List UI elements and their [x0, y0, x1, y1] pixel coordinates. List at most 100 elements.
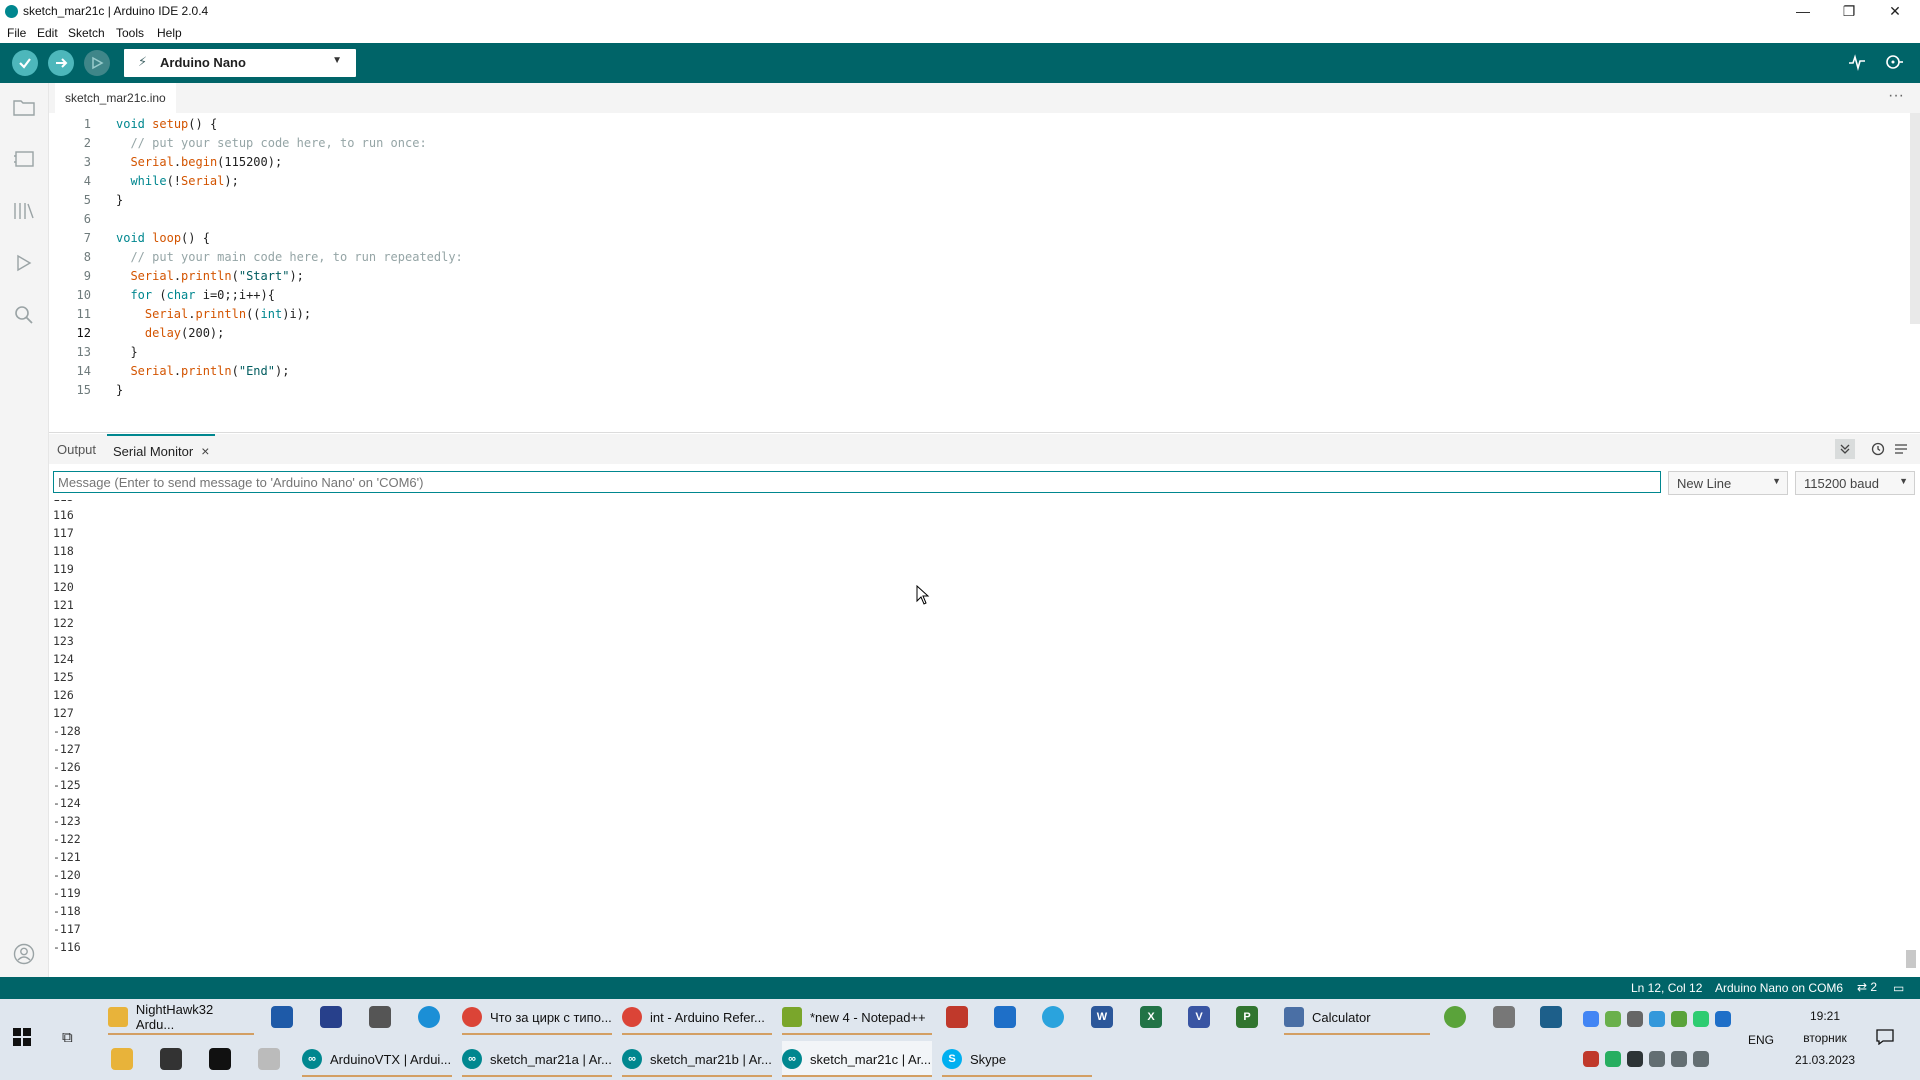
notification-icon: ⇄: [1857, 980, 1868, 994]
menu-sketch[interactable]: Sketch: [68, 26, 105, 40]
chevron-down-icon: ▼: [1772, 476, 1781, 486]
baud-rate-value: 115200 baud: [1804, 476, 1879, 491]
upload-button[interactable]: [48, 50, 74, 76]
sketchbook-button[interactable]: [10, 93, 38, 121]
shield-icon[interactable]: [369, 1006, 391, 1028]
boards-manager-button[interactable]: [10, 145, 38, 173]
taskbar-window-active[interactable]: ∞ sketch_mar21c | Ar...: [782, 1041, 932, 1077]
autoscroll-toggle[interactable]: [1835, 439, 1855, 459]
tray-icon[interactable]: [1583, 1051, 1599, 1067]
taskbar-window[interactable]: ∞ sketch_mar21b | Ar...: [622, 1041, 772, 1077]
taskbar-window-label: sketch_mar21a | Ar...: [490, 1051, 612, 1067]
menu-file[interactable]: File: [7, 26, 26, 40]
code-editor[interactable]: 1 2 3 4 5 6 7 8 9 10 11 12 13 14 15 void…: [49, 113, 1920, 433]
project-icon[interactable]: P: [1236, 1006, 1258, 1028]
clock[interactable]: 19:21 вторник 21.03.2023: [1795, 1009, 1855, 1067]
minimize-button[interactable]: —: [1780, 0, 1826, 22]
taskbar-window[interactable]: int - Arduino Refer...: [622, 999, 772, 1035]
tray-icon[interactable]: [1715, 1011, 1731, 1027]
action-center-button[interactable]: [1876, 1029, 1894, 1048]
clear-output-button[interactable]: [1894, 442, 1908, 459]
app-icon[interactable]: [946, 1006, 968, 1028]
cursor-position[interactable]: Ln 12, Col 12: [1631, 981, 1702, 995]
board-port-status[interactable]: Arduino Nano on COM6: [1715, 981, 1843, 995]
board-manager-icon: [14, 151, 34, 167]
tray-icon[interactable]: [1671, 1011, 1687, 1027]
app-icon[interactable]: [1540, 1006, 1562, 1028]
close-icon[interactable]: ×: [201, 443, 209, 459]
close-button[interactable]: ✕: [1872, 0, 1918, 22]
tray-icon[interactable]: [1627, 1011, 1643, 1027]
drive-icon[interactable]: [1583, 1011, 1599, 1027]
task-view-icon[interactable]: ⧉: [62, 1029, 73, 1046]
app-icon[interactable]: [258, 1048, 280, 1070]
serial-plotter-button[interactable]: [1848, 53, 1866, 76]
taskbar-window[interactable]: *new 4 - Notepad++: [782, 999, 932, 1035]
tray-icon[interactable]: [1605, 1011, 1621, 1027]
menu-tools[interactable]: Tools: [116, 26, 144, 40]
library-manager-button[interactable]: [10, 197, 38, 225]
app-icon[interactable]: [160, 1048, 182, 1070]
visio-icon[interactable]: V: [1188, 1006, 1210, 1028]
code-line: Serial.println("End");: [130, 364, 290, 378]
line-number: 5: [83, 193, 91, 207]
debug-sidebar-button[interactable]: [10, 249, 38, 277]
arduino-icon: ∞: [622, 1049, 642, 1069]
network-icon[interactable]: [1649, 1051, 1665, 1067]
volume-icon[interactable]: [1693, 1051, 1709, 1067]
serial-output[interactable]: 115 116 117 118 119 120 121 122 123 124 …: [53, 500, 1893, 970]
search-icon: [15, 306, 33, 324]
excel-icon[interactable]: X: [1140, 1006, 1162, 1028]
taskbar-window[interactable]: Что за цирк с типо...: [462, 999, 612, 1035]
edge-icon[interactable]: [418, 1006, 440, 1028]
word-icon[interactable]: W: [1091, 1006, 1113, 1028]
code-line: delay(200);: [144, 326, 225, 340]
search-button[interactable]: [10, 301, 38, 329]
verify-button[interactable]: [12, 50, 38, 76]
tab-serial-monitor[interactable]: Serial Monitor ×: [107, 434, 216, 466]
taskbar-window[interactable]: Calculator: [1284, 999, 1430, 1035]
output-scrollbar[interactable]: [1906, 950, 1916, 968]
tab-sketch-file[interactable]: sketch_mar21c.ino: [55, 83, 176, 113]
menu-edit[interactable]: Edit: [37, 26, 58, 40]
notifications-button[interactable]: ⇄ 2: [1857, 980, 1877, 994]
taskbar-window-label: sketch_mar21b | Ar...: [650, 1051, 772, 1067]
bluetooth-icon[interactable]: [994, 1006, 1016, 1028]
tray-icon[interactable]: [1627, 1051, 1643, 1067]
sticky-icon[interactable]: [111, 1048, 133, 1070]
panel-divider[interactable]: [49, 432, 1920, 433]
baud-rate-select[interactable]: 115200 baud ▼: [1795, 471, 1915, 495]
tray-icon[interactable]: [1649, 1011, 1665, 1027]
folder-icon: [13, 100, 35, 116]
line-ending-select[interactable]: New Line ▼: [1668, 471, 1788, 495]
tray-icon[interactable]: [1693, 1011, 1709, 1027]
line-number: 10: [76, 288, 91, 302]
editor-scrollbar[interactable]: [1910, 113, 1920, 324]
display-icon[interactable]: [1671, 1051, 1687, 1067]
serial-monitor-button[interactable]: [1884, 53, 1904, 74]
menu-help[interactable]: Help: [157, 26, 182, 40]
board-selector[interactable]: ⚡ Arduino Nano ▼: [124, 49, 356, 77]
tray-icon[interactable]: [1605, 1051, 1621, 1067]
telegram-icon[interactable]: [1042, 1006, 1064, 1028]
debug-button[interactable]: [84, 50, 110, 76]
language-indicator[interactable]: ENG: [1748, 1033, 1774, 1047]
app-icon[interactable]: [271, 1006, 293, 1028]
taskbar-window[interactable]: NightHawk32 Ardu...: [108, 999, 254, 1035]
start-button[interactable]: [12, 1027, 32, 1050]
chevron-down-icon: ▼: [1899, 476, 1908, 486]
app-icon[interactable]: [209, 1048, 231, 1070]
taskbar-window[interactable]: ∞ sketch_mar21a | Ar...: [462, 1041, 612, 1077]
calendar-icon[interactable]: [1493, 1006, 1515, 1028]
serial-message-input[interactable]: [53, 471, 1661, 493]
tab-output[interactable]: Output: [57, 434, 96, 464]
taskbar-window[interactable]: S Skype: [942, 1041, 1092, 1077]
taskbar-window[interactable]: ∞ ArduinoVTX | Ardui...: [302, 1041, 452, 1077]
panel-toggle-icon[interactable]: ▭: [1893, 981, 1904, 995]
maximize-button[interactable]: ❐: [1826, 0, 1872, 22]
timestamp-toggle[interactable]: [1871, 442, 1885, 459]
app-icon[interactable]: [320, 1006, 342, 1028]
more-actions-icon[interactable]: ···: [1888, 87, 1904, 105]
torrent-icon[interactable]: [1444, 1006, 1466, 1028]
account-button[interactable]: [10, 940, 38, 968]
